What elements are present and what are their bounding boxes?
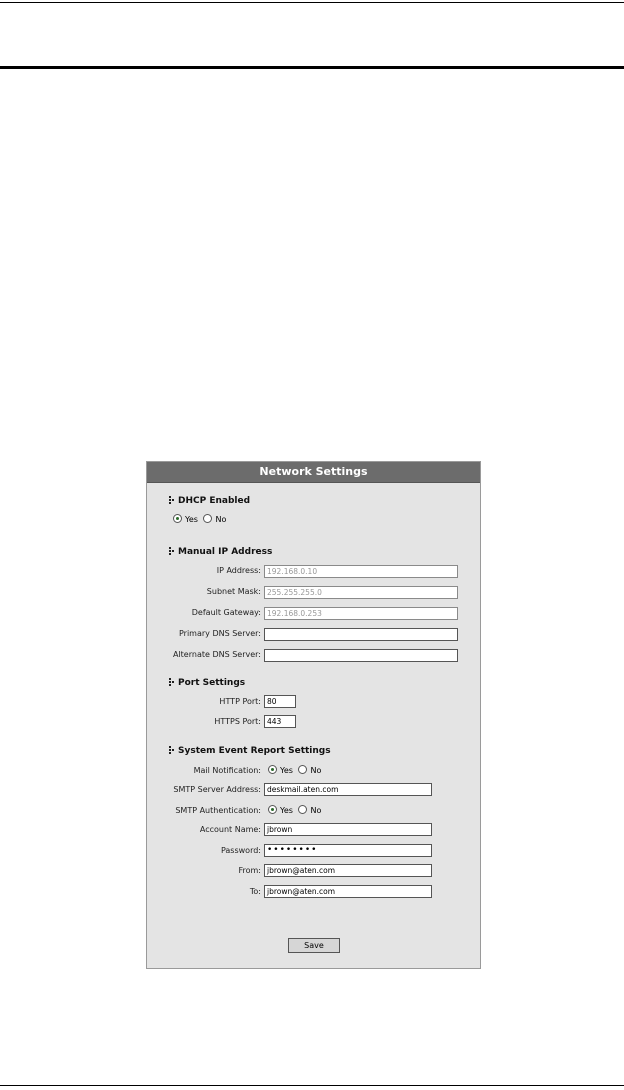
radio-checked-icon[interactable] — [173, 514, 182, 523]
http-port-label: HTTP Port: — [219, 697, 261, 706]
network-settings-panel: Network Settings DHCP Enabled Yes No Man… — [146, 461, 481, 969]
account-name-label: Account Name: — [199, 825, 261, 834]
port-settings-heading-text: Port Settings — [178, 678, 246, 688]
auth-no-option[interactable]: No — [298, 805, 324, 815]
port-settings-section-heading: Port Settings — [169, 678, 245, 688]
from-field[interactable]: jbrown@aten.com — [264, 864, 432, 877]
radio-checked-icon[interactable] — [268, 765, 277, 774]
mail-no-option[interactable]: No — [298, 765, 324, 775]
radio-unchecked-icon[interactable] — [298, 765, 308, 774]
subnet-mask-field[interactable]: 255.255.255.0 — [264, 586, 458, 599]
footer-rule — [0, 1085, 624, 1086]
account-name-field[interactable]: jbrown — [264, 823, 432, 836]
header-rule-thin — [0, 2, 624, 3]
to-label: To: — [249, 887, 261, 896]
http-port-field[interactable]: 80 — [264, 695, 296, 708]
subnet-mask-label: Subnet Mask: — [206, 587, 261, 596]
smtp-auth-radio-group: Yes No — [268, 805, 324, 817]
dhcp-yes-label: Yes — [185, 515, 198, 524]
mail-notification-label: Mail Notification: — [193, 766, 261, 775]
to-field[interactable]: jbrown@aten.com — [264, 885, 432, 898]
dhcp-heading-text: DHCP Enabled — [178, 496, 251, 506]
report-heading-text: System Event Report Settings — [178, 746, 331, 756]
from-label: From: — [238, 866, 261, 875]
save-button[interactable]: Save — [288, 938, 340, 953]
default-gateway-label: Default Gateway: — [191, 608, 261, 617]
bullet-icon — [169, 547, 175, 555]
auth-no-label: No — [310, 806, 322, 815]
smtp-auth-label: SMTP Authentication: — [175, 806, 261, 815]
alternate-dns-label: Alternate DNS Server: — [172, 650, 261, 659]
mail-yes-option[interactable]: Yes — [268, 765, 296, 775]
smtp-server-field[interactable]: deskmail.aten.com — [264, 783, 432, 796]
dhcp-yes-option[interactable]: Yes — [173, 514, 201, 524]
dhcp-radio-group: Yes No — [173, 514, 229, 526]
mail-yes-label: Yes — [280, 766, 293, 775]
header-rule-thick — [0, 66, 624, 69]
auth-yes-label: Yes — [280, 806, 293, 815]
password-field[interactable]: •••••••• — [264, 844, 432, 857]
dhcp-no-label: No — [215, 515, 227, 524]
bullet-icon — [169, 678, 175, 686]
radio-checked-icon[interactable] — [268, 805, 277, 814]
report-section-heading: System Event Report Settings — [169, 746, 331, 756]
dhcp-no-option[interactable]: No — [203, 514, 229, 524]
mail-no-label: No — [310, 766, 322, 775]
alternate-dns-field[interactable] — [264, 649, 458, 662]
dhcp-section-heading: DHCP Enabled — [169, 496, 250, 506]
bullet-icon — [169, 746, 175, 754]
radio-unchecked-icon[interactable] — [298, 805, 308, 814]
mail-notification-radio-group: Yes No — [268, 765, 324, 777]
radio-unchecked-icon[interactable] — [203, 514, 213, 523]
manual-ip-section-heading: Manual IP Address — [169, 547, 272, 557]
bullet-icon — [169, 496, 175, 504]
manual-ip-heading-text: Manual IP Address — [178, 547, 273, 557]
primary-dns-label: Primary DNS Server: — [178, 629, 261, 638]
panel-title: Network Settings — [147, 462, 480, 483]
primary-dns-field[interactable] — [264, 628, 458, 641]
https-port-field[interactable]: 443 — [264, 715, 296, 728]
https-port-label: HTTPS Port: — [214, 717, 261, 726]
ip-address-label: IP Address: — [216, 566, 261, 575]
auth-yes-option[interactable]: Yes — [268, 805, 296, 815]
password-label: Password: — [220, 846, 261, 855]
ip-address-field[interactable]: 192.168.0.10 — [264, 565, 458, 578]
smtp-server-label: SMTP Server Address: — [173, 785, 261, 794]
default-gateway-field[interactable]: 192.168.0.253 — [264, 607, 458, 620]
